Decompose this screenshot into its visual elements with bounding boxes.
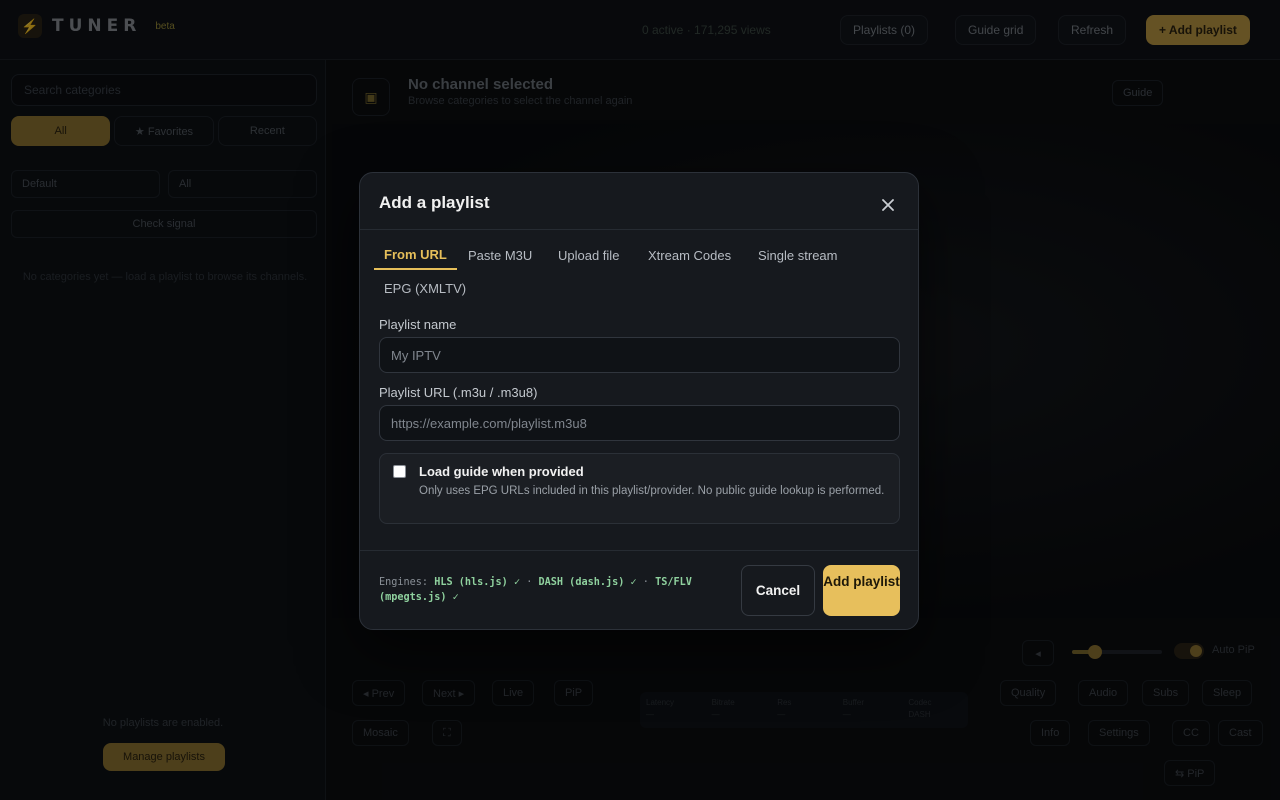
- dialog-title: Add a playlist: [379, 193, 490, 212]
- tab-paste-m3u[interactable]: Paste M3U: [458, 240, 542, 270]
- load-guide-description: Only uses EPG URLs included in this play…: [419, 485, 885, 497]
- playlist-url-label: Playlist URL (.m3u / .m3u8): [379, 385, 538, 400]
- engine-separator: ·: [642, 577, 649, 588]
- dialog-header: Add a playlist: [360, 173, 918, 230]
- add-playlist-dialog: Add a playlist From URL Paste M3U Upload…: [359, 172, 919, 630]
- tab-xtream-codes[interactable]: Xtream Codes: [638, 240, 741, 270]
- engines-prefix: Engines:: [379, 577, 429, 588]
- engine-dash: DASH (dash.js) ✓: [538, 577, 637, 588]
- tab-epg-xmltv[interactable]: EPG (XMLTV): [374, 273, 476, 303]
- load-guide-title: Load guide when provided: [419, 464, 584, 479]
- add-playlist-button[interactable]: Add playlist: [823, 565, 900, 616]
- dialog-footer: Engines: HLS (hls.js) ✓ · DASH (dash.js)…: [360, 550, 918, 630]
- tab-upload-file[interactable]: Upload file: [548, 240, 629, 270]
- playlist-name-label: Playlist name: [379, 317, 457, 332]
- load-guide-checkbox[interactable]: [393, 465, 406, 478]
- load-guide-option[interactable]: Load guide when provided Only uses EPG U…: [379, 453, 900, 524]
- tab-single-stream[interactable]: Single stream: [748, 240, 847, 270]
- engine-separator: ·: [526, 577, 533, 588]
- engines-info: Engines: HLS (hls.js) ✓ · DASH (dash.js)…: [379, 575, 719, 605]
- engine-hls: HLS (hls.js) ✓: [434, 577, 521, 588]
- cancel-button[interactable]: Cancel: [741, 565, 815, 616]
- close-icon[interactable]: [874, 191, 902, 219]
- tab-from-url[interactable]: From URL: [374, 240, 457, 270]
- playlist-url-input[interactable]: [379, 405, 900, 441]
- playlist-name-input[interactable]: [379, 337, 900, 373]
